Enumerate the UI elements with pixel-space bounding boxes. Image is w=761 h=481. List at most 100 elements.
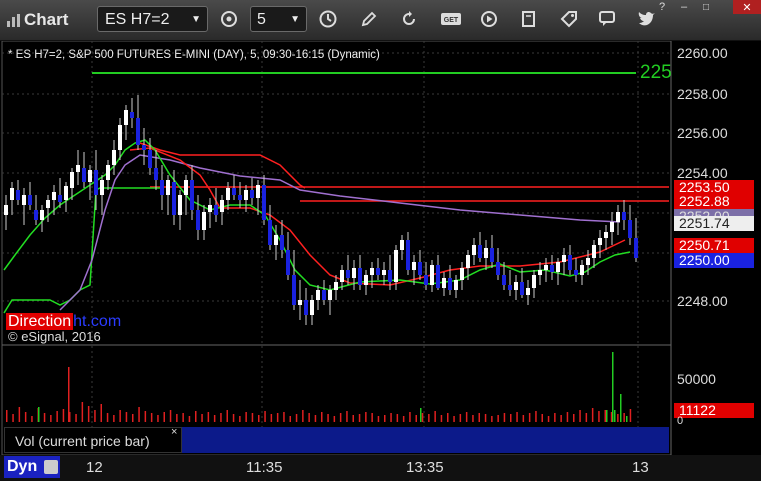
candle-body bbox=[370, 268, 374, 275]
volume-bar bbox=[321, 412, 323, 422]
volume-bar bbox=[150, 413, 153, 422]
volume-bar bbox=[585, 413, 588, 422]
candle-body bbox=[280, 235, 284, 250]
volume-bar bbox=[295, 414, 298, 422]
clock-icon[interactable] bbox=[313, 6, 343, 32]
volume-bar bbox=[213, 415, 216, 422]
volume-axis-label: 50000 bbox=[677, 371, 716, 387]
candle-body bbox=[556, 262, 560, 272]
candle-body bbox=[604, 232, 608, 238]
volume-bar bbox=[554, 413, 556, 422]
volume-zero-label: 0 bbox=[677, 415, 684, 427]
candle-body bbox=[274, 235, 278, 245]
minimize-icon[interactable]: – bbox=[673, 0, 695, 14]
candle-body bbox=[514, 282, 518, 290]
volume-bar bbox=[510, 414, 512, 422]
volume-bar bbox=[420, 408, 422, 422]
candle-body bbox=[88, 170, 92, 182]
volume-bar bbox=[604, 410, 606, 422]
candle-body bbox=[136, 118, 140, 145]
volume-bar bbox=[106, 413, 109, 422]
volume-bar bbox=[579, 410, 581, 422]
refresh-icon[interactable] bbox=[394, 6, 424, 32]
volume-bar bbox=[606, 410, 608, 422]
price-axis-label: 2260.00 bbox=[677, 45, 728, 61]
candle-body bbox=[508, 285, 512, 290]
candle-body bbox=[82, 168, 86, 182]
chart-app-icon bbox=[7, 14, 20, 27]
svg-text:GET: GET bbox=[444, 17, 459, 24]
volume-bar bbox=[560, 415, 562, 422]
candle-body bbox=[238, 195, 242, 200]
watermark-left: Direction bbox=[6, 313, 74, 330]
volume-bar bbox=[352, 415, 354, 422]
candle-body bbox=[502, 275, 506, 285]
volume-study-label[interactable]: Vol (current price bar) bbox=[4, 427, 182, 453]
candle-body bbox=[220, 200, 224, 212]
volume-tag: 11122 bbox=[674, 403, 754, 418]
pencil-icon[interactable] bbox=[354, 6, 384, 32]
volume-bar bbox=[125, 412, 128, 422]
volume-bar bbox=[276, 413, 279, 422]
candle-body bbox=[46, 200, 50, 208]
candle-body bbox=[262, 185, 266, 220]
book-icon[interactable] bbox=[514, 6, 544, 32]
volume-bar bbox=[264, 411, 266, 422]
price-chart[interactable] bbox=[0, 41, 761, 481]
candle-body bbox=[130, 112, 134, 118]
level-line-label: 2259.5 bbox=[640, 62, 671, 83]
candle-body bbox=[322, 290, 326, 300]
candle-body bbox=[112, 150, 116, 165]
volume-bar bbox=[528, 413, 531, 422]
maximize-icon[interactable]: □ bbox=[695, 0, 717, 14]
candle-body bbox=[148, 150, 152, 168]
candle-body bbox=[154, 168, 158, 180]
candle-body bbox=[430, 265, 434, 285]
volume-bar bbox=[333, 416, 336, 422]
dynamic-button[interactable]: Dyn bbox=[4, 456, 60, 478]
candle-body bbox=[22, 195, 26, 205]
price-tag: 2250.71 bbox=[674, 238, 754, 253]
chevron-down-icon: ▼ bbox=[290, 14, 300, 25]
volume-bar bbox=[251, 413, 254, 422]
play-icon[interactable] bbox=[474, 6, 504, 32]
interval-dropdown[interactable]: 5 ▼ bbox=[250, 6, 307, 32]
volume-bar bbox=[188, 416, 191, 422]
volume-bar bbox=[258, 415, 260, 422]
candle-body bbox=[52, 192, 56, 200]
close-study-icon[interactable]: × bbox=[171, 426, 177, 438]
candle-body bbox=[268, 220, 272, 245]
candle-body bbox=[28, 195, 32, 205]
link-icon[interactable] bbox=[214, 6, 244, 32]
volume-bar bbox=[18, 407, 21, 422]
volume-bar bbox=[75, 414, 77, 422]
volume-bar bbox=[232, 414, 235, 422]
candle-body bbox=[418, 262, 422, 275]
dynamic-label: Dyn bbox=[7, 458, 38, 475]
tag-icon[interactable] bbox=[554, 6, 584, 32]
candle-body bbox=[244, 190, 248, 200]
symbol-value: ES H7=2 bbox=[105, 11, 170, 28]
candle-body bbox=[292, 275, 296, 305]
close-icon[interactable]: ✕ bbox=[733, 0, 761, 14]
candle-body bbox=[208, 205, 212, 212]
volume-bar bbox=[614, 410, 616, 422]
get-icon[interactable]: GET bbox=[436, 6, 466, 32]
candle-body bbox=[364, 275, 368, 285]
price-axis-label: 2256.00 bbox=[677, 125, 728, 141]
candle-body bbox=[586, 258, 590, 265]
candle-body bbox=[316, 290, 320, 300]
comment-icon[interactable] bbox=[592, 6, 622, 32]
volume-bar bbox=[270, 414, 273, 422]
volume-bar bbox=[491, 416, 493, 422]
volume-bar bbox=[6, 410, 8, 422]
volume-bar bbox=[623, 413, 625, 422]
help-icon[interactable]: ? bbox=[651, 0, 673, 14]
candle-body bbox=[490, 248, 494, 262]
candle-body bbox=[160, 180, 164, 195]
symbol-dropdown[interactable]: ES H7=2 ▼ bbox=[97, 6, 208, 32]
candle-body bbox=[184, 180, 188, 195]
candle-body bbox=[592, 245, 596, 258]
candle-body bbox=[394, 250, 398, 282]
candle-body bbox=[286, 250, 290, 275]
